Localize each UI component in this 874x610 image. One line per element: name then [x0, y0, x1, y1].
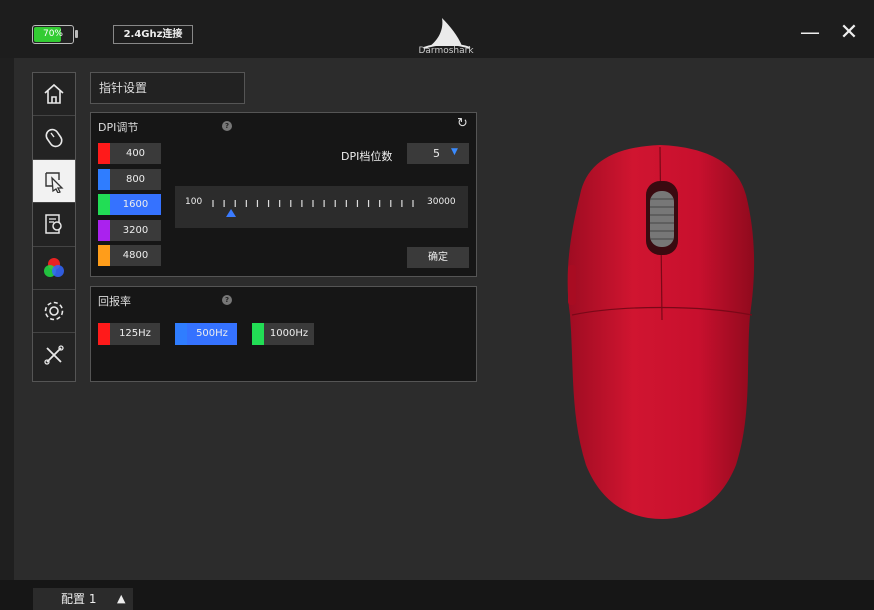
sidebar-item-lighting[interactable] — [33, 247, 75, 290]
connection-status: 2.4Ghz连接 — [113, 25, 193, 44]
report-rate-color-swatch — [98, 323, 110, 345]
close-button[interactable]: ✕ — [838, 22, 860, 44]
tools-icon — [44, 345, 64, 365]
profile-selector[interactable]: 配置 1 ▲ — [33, 588, 133, 610]
dpi-level-row[interactable]: 1600 — [98, 194, 161, 215]
sidebar-item-pointer[interactable] — [33, 159, 75, 204]
dpi-level-row[interactable]: 800 — [98, 168, 161, 190]
report-rate-title: 回报率 — [98, 295, 131, 308]
dpi-level-color-swatch[interactable] — [98, 245, 110, 266]
report-rate-value[interactable]: 500Hz — [187, 323, 237, 345]
dpi-level-count-label: DPI档位数 — [341, 150, 393, 163]
chevron-down-icon: ▼ — [451, 147, 458, 157]
dpi-level-color-swatch[interactable] — [98, 143, 110, 164]
dpi-level-row[interactable]: 3200 — [98, 219, 161, 241]
sidebar-item-home[interactable] — [33, 73, 75, 117]
dpi-help-icon[interactable]: ? — [222, 121, 232, 131]
home-icon — [44, 84, 64, 104]
dpi-slider-max: 30000 — [427, 197, 456, 207]
report-rate-value[interactable]: 125Hz — [110, 323, 160, 345]
dpi-level-value[interactable]: 400 — [110, 143, 161, 164]
profile-label: 配置 1 — [61, 592, 97, 606]
battery-nub — [75, 30, 78, 38]
report-rate-color-swatch — [175, 323, 187, 345]
dpi-level-color-swatch[interactable] — [98, 219, 110, 241]
dpi-level-color-swatch[interactable] — [98, 168, 110, 190]
dpi-level-value[interactable]: 3200 — [110, 219, 161, 241]
shark-fin-icon — [423, 18, 471, 49]
page-title: 指针设置 — [90, 72, 245, 104]
report-rate-help-icon[interactable]: ? — [222, 295, 232, 305]
sidebar-nav — [32, 72, 76, 382]
sidebar-item-buttons[interactable] — [33, 116, 75, 160]
battery-text: 70% — [42, 29, 63, 39]
dpi-level-value[interactable]: 4800 — [110, 245, 161, 266]
dpi-level-value[interactable]: 800 — [110, 168, 161, 190]
battery-indicator: 70% — [32, 25, 74, 44]
app-window: 70% 2.4Ghz连接 Darmoshark — ✕ 指针设置 DPI调节 ?… — [0, 0, 874, 610]
minimize-button[interactable]: — — [800, 22, 820, 42]
dpi-slider[interactable]: 100 30000 — [175, 186, 468, 228]
dpi-slider-track — [212, 200, 414, 217]
mouse-image — [567, 145, 755, 519]
dpi-level-count-value: 5 — [433, 147, 440, 160]
sidebar-item-tools[interactable] — [33, 333, 75, 376]
rgb-lighting-icon — [44, 257, 64, 277]
chevron-up-icon: ▲ — [117, 592, 126, 605]
confirm-button[interactable]: 确定 — [407, 247, 469, 268]
report-rate-value[interactable]: 1000Hz — [264, 323, 314, 345]
dpi-level-row[interactable]: 4800 — [98, 245, 161, 266]
report-rate-color-swatch — [252, 323, 264, 345]
dpi-reset-icon[interactable]: ↻ — [457, 116, 468, 131]
dpi-level-count-select[interactable]: 5 ▼ — [407, 143, 469, 164]
macro-icon — [45, 214, 62, 235]
slider-thumb[interactable] — [226, 209, 237, 217]
report-rate-panel: 回报率 ? 125Hz 500Hz 1000Hz — [90, 286, 477, 382]
dpi-panel: DPI调节 ? ↻ 400 800 1600 3200 4800 DPI档位数 5 ▼ … — [90, 112, 477, 277]
settings-gear-icon — [44, 301, 64, 321]
dpi-level-row[interactable]: 400 — [98, 143, 161, 164]
logo-text: Darmoshark — [418, 46, 474, 56]
sidebar-item-macro[interactable] — [33, 203, 75, 247]
dpi-level-value[interactable]: 1600 — [110, 194, 161, 215]
sidebar-item-settings[interactable] — [33, 290, 75, 334]
dpi-slider-min: 100 — [185, 197, 203, 207]
dpi-level-color-swatch[interactable] — [98, 194, 110, 215]
mouse-buttons-icon — [45, 128, 63, 147]
pointer-settings-icon — [45, 172, 64, 193]
dpi-panel-title: DPI调节 — [98, 121, 139, 134]
